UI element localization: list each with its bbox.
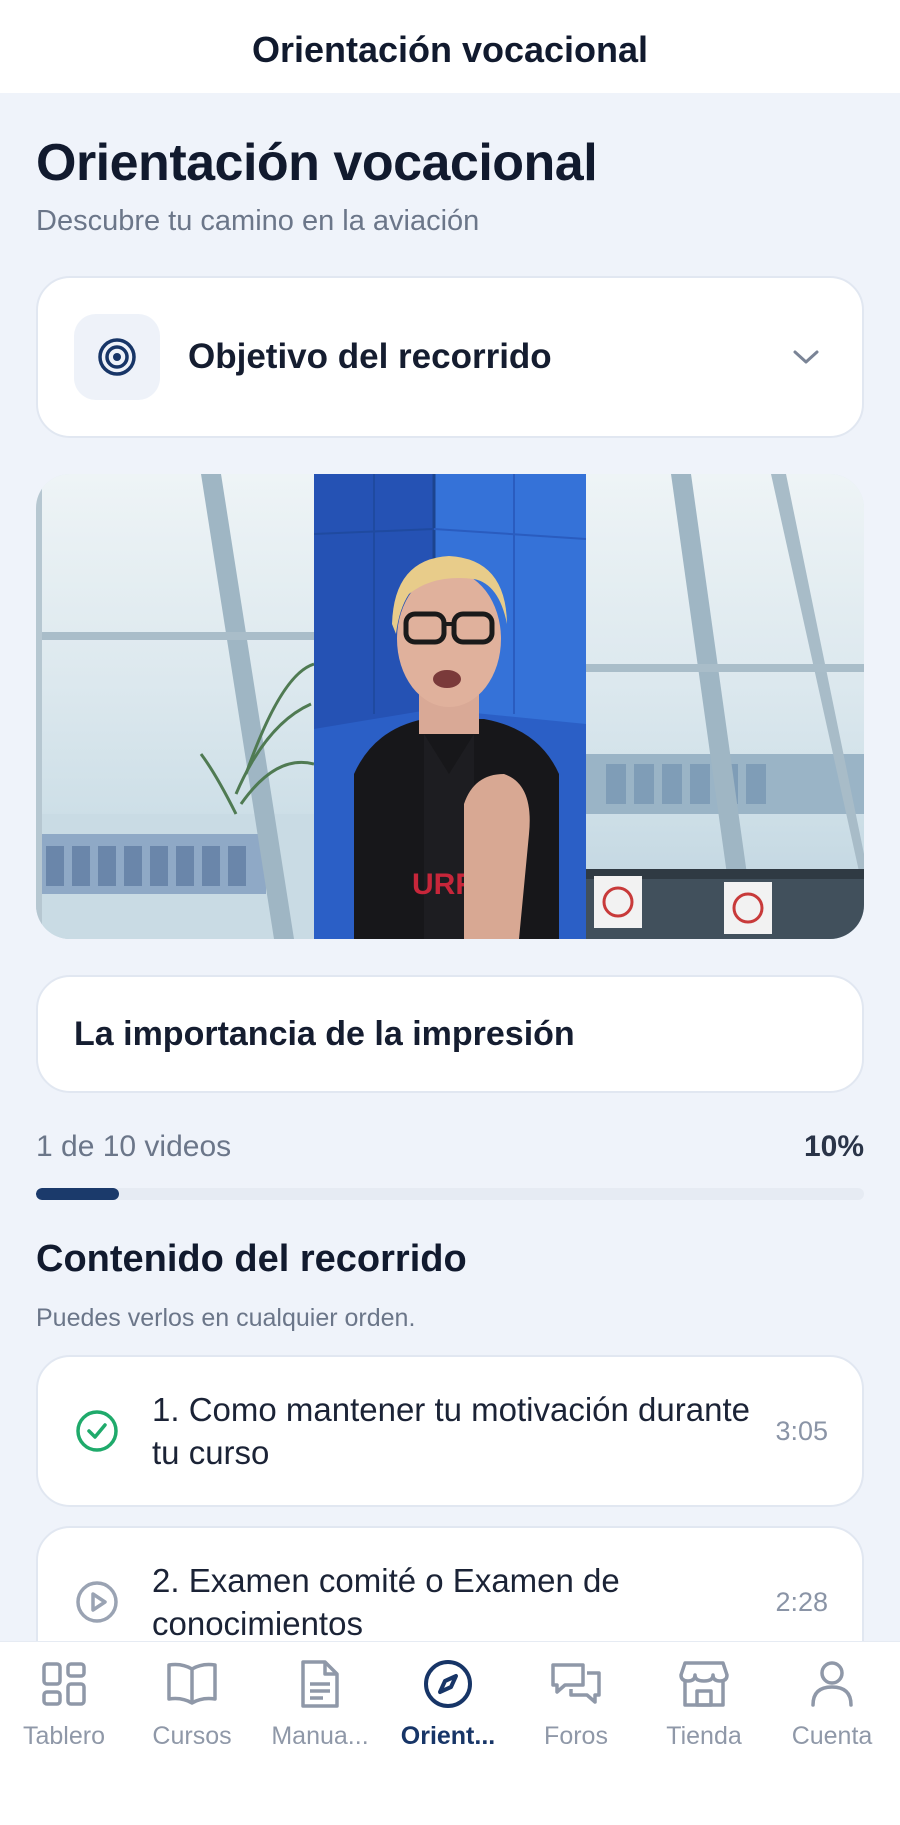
contents-title: Contenido del recorrido — [36, 1238, 467, 1280]
play-circle-icon — [72, 1577, 122, 1627]
page-title: Orientación vocacional — [36, 134, 598, 192]
tab-tienda[interactable]: Tienda — [640, 1656, 768, 1766]
lesson-item[interactable]: 2. Examen comité o Examen de conocimient… — [36, 1526, 864, 1641]
scroll-content[interactable]: Orientación vocacional Descubre tu camin… — [0, 93, 900, 1641]
tab-manuales[interactable]: Manua... — [256, 1656, 384, 1766]
target-icon — [74, 314, 160, 400]
tab-cuenta[interactable]: Cuenta — [768, 1656, 896, 1766]
progress-bar-fill — [36, 1188, 119, 1200]
navbar-title: Orientación vocacional — [251, 28, 649, 70]
grid-icon — [36, 1656, 92, 1712]
tab-cursos[interactable]: Cursos — [128, 1656, 256, 1766]
user-icon — [804, 1656, 860, 1712]
progress-summary: 1 de 10 videos 10% — [36, 1130, 864, 1164]
document-icon — [292, 1656, 348, 1712]
page-subtitle: Descubre tu camino en la aviación — [36, 205, 480, 237]
progress-percent: 10% — [803, 1130, 864, 1163]
progress-count: 1 de 10 videos — [36, 1130, 232, 1163]
tab-tablero[interactable]: Tablero — [0, 1656, 128, 1766]
current-video-title-card: La importancia de la impresión — [36, 975, 864, 1093]
tab-label: Tienda — [666, 1722, 742, 1750]
app-screen: Orientación vocacional Orientación vocac… — [0, 0, 900, 1825]
video-background-right — [586, 474, 864, 939]
check-circle-icon — [72, 1406, 122, 1456]
store-icon — [676, 1656, 732, 1712]
chevron-down-icon[interactable] — [786, 337, 826, 377]
tab-orientacion[interactable]: Orient... — [384, 1656, 512, 1766]
lesson-duration: 2:28 — [775, 1586, 828, 1617]
chat-bubbles-icon — [548, 1656, 604, 1712]
lesson-item[interactable]: 1. Como mantener tu motivación durante t… — [36, 1355, 864, 1507]
progress-bar — [36, 1188, 864, 1200]
bottom-tab-bar: Tablero Cursos Manua... Orient... Foros … — [0, 1641, 900, 1825]
compass-icon — [420, 1656, 476, 1712]
tab-foros[interactable]: Foros — [512, 1656, 640, 1766]
lesson-duration: 3:05 — [775, 1415, 828, 1446]
tab-label: Foros — [544, 1722, 608, 1750]
tab-label: Orient... — [400, 1722, 496, 1750]
tab-label: Cuenta — [791, 1722, 873, 1750]
video-presenter-frame: URRI — [314, 474, 586, 939]
video-player[interactable]: URRI — [36, 474, 864, 939]
lesson-title: 2. Examen comité o Examen de conocimient… — [152, 1562, 620, 1641]
lesson-title: 1. Como mantener tu motivación durante t… — [152, 1391, 750, 1471]
current-video-title: La importancia de la impresión — [74, 1014, 575, 1053]
objective-accordion[interactable]: Objetivo del recorrido — [36, 276, 864, 438]
top-navigation-bar: Orientación vocacional — [0, 0, 900, 93]
contents-subtitle: Puedes verlos en cualquier orden. — [36, 1304, 416, 1332]
tab-label: Tablero — [23, 1722, 105, 1750]
video-background-left — [36, 474, 315, 939]
tab-label: Cursos — [152, 1722, 232, 1750]
book-icon — [164, 1656, 220, 1712]
objective-label: Objetivo del recorrido — [188, 337, 552, 376]
tab-label: Manua... — [271, 1722, 369, 1750]
